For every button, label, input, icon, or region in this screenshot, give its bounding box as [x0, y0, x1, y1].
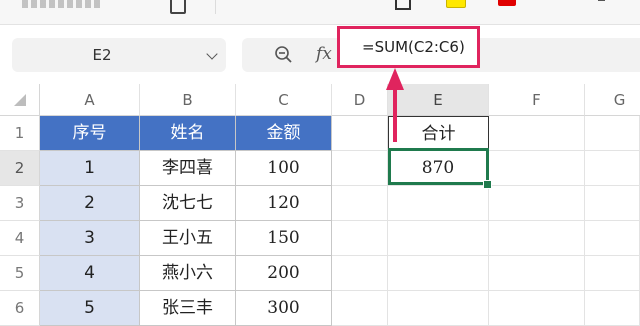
empty-cell[interactable] [585, 151, 640, 186]
table-cell[interactable]: 100 [236, 151, 332, 186]
row-header-5[interactable]: 5 [0, 256, 40, 291]
table-cell[interactable]: 王小五 [140, 221, 236, 256]
column-header-b[interactable]: B [140, 84, 236, 116]
empty-cell[interactable] [489, 291, 585, 326]
name-box-reference: E2 [92, 46, 112, 64]
empty-cell[interactable] [332, 116, 388, 151]
table-icon[interactable] [395, 0, 411, 10]
chevron-down-icon[interactable] [206, 48, 218, 60]
empty-cell[interactable] [332, 291, 388, 326]
column-header-d[interactable]: D [332, 84, 388, 116]
empty-cell[interactable] [489, 186, 585, 221]
table-header-amount[interactable]: 金额 [236, 116, 332, 151]
empty-cell[interactable] [585, 256, 640, 291]
column-header-g[interactable]: G [585, 84, 640, 116]
table-cell[interactable]: 4 [40, 256, 140, 291]
select-all-corner[interactable] [0, 84, 40, 116]
name-box[interactable]: E2 [12, 38, 226, 72]
fill-handle[interactable] [483, 180, 492, 189]
function-icon[interactable]: fx [316, 44, 332, 64]
zoom-icon[interactable] [274, 45, 292, 63]
document-icon[interactable] [170, 0, 186, 14]
spreadsheet-grid[interactable]: A B C D E F G 1 2 3 4 5 6 序号 姓名 金额 1 李四喜… [0, 84, 640, 326]
row-header-3[interactable]: 3 [0, 186, 40, 221]
formula-input-highlight[interactable]: =SUM(C2:C6) [337, 26, 480, 68]
summary-label-cell[interactable]: 合计 [388, 116, 489, 151]
ribbon-toolbar [0, 0, 640, 25]
table-cell[interactable]: 5 [40, 291, 140, 326]
formula-input[interactable]: =SUM(C2:C6) [362, 29, 465, 65]
row-header-4[interactable]: 4 [0, 221, 40, 256]
empty-cell[interactable] [585, 221, 640, 256]
row-header-1[interactable]: 1 [0, 116, 40, 151]
expand-dialog-icon[interactable] [598, 0, 605, 1]
empty-cell[interactable] [585, 186, 640, 221]
column-header-a[interactable]: A [40, 84, 140, 116]
table-cell[interactable]: 150 [236, 221, 332, 256]
annotation-arrow-icon [386, 68, 404, 90]
ribbon-label-blurred [22, 0, 102, 8]
table-cell[interactable]: 120 [236, 186, 332, 221]
table-cell[interactable]: 李四喜 [140, 151, 236, 186]
table-cell[interactable]: 沈七七 [140, 186, 236, 221]
annotation-arrow-shaft [393, 88, 397, 142]
font-color-red-icon[interactable] [498, 0, 516, 6]
fill-color-yellow-icon[interactable] [446, 0, 466, 8]
table-cell[interactable]: 2 [40, 186, 140, 221]
empty-cell[interactable] [332, 256, 388, 291]
empty-cell[interactable] [388, 221, 489, 256]
empty-cell[interactable] [388, 186, 489, 221]
empty-cell[interactable] [388, 256, 489, 291]
empty-cell[interactable] [332, 151, 388, 186]
toolbar-divider [215, 0, 216, 14]
empty-cell[interactable] [585, 116, 640, 151]
empty-cell[interactable] [489, 116, 585, 151]
empty-cell[interactable] [332, 186, 388, 221]
table-cell[interactable]: 300 [236, 291, 332, 326]
column-header-c[interactable]: C [236, 84, 332, 116]
table-cell[interactable]: 燕小六 [140, 256, 236, 291]
empty-cell[interactable] [585, 291, 640, 326]
table-cell[interactable]: 张三丰 [140, 291, 236, 326]
table-header-index[interactable]: 序号 [40, 116, 140, 151]
empty-cell[interactable] [388, 291, 489, 326]
empty-cell[interactable] [489, 221, 585, 256]
table-cell[interactable]: 3 [40, 221, 140, 256]
column-header-f[interactable]: F [489, 84, 585, 116]
row-header-2[interactable]: 2 [0, 151, 40, 186]
empty-cell[interactable] [489, 151, 585, 186]
table-header-name[interactable]: 姓名 [140, 116, 236, 151]
row-header-6[interactable]: 6 [0, 291, 40, 326]
empty-cell[interactable] [489, 256, 585, 291]
table-cell[interactable]: 200 [236, 256, 332, 291]
table-cell[interactable]: 1 [40, 151, 140, 186]
empty-cell[interactable] [332, 221, 388, 256]
active-cell-selection[interactable] [388, 148, 489, 185]
